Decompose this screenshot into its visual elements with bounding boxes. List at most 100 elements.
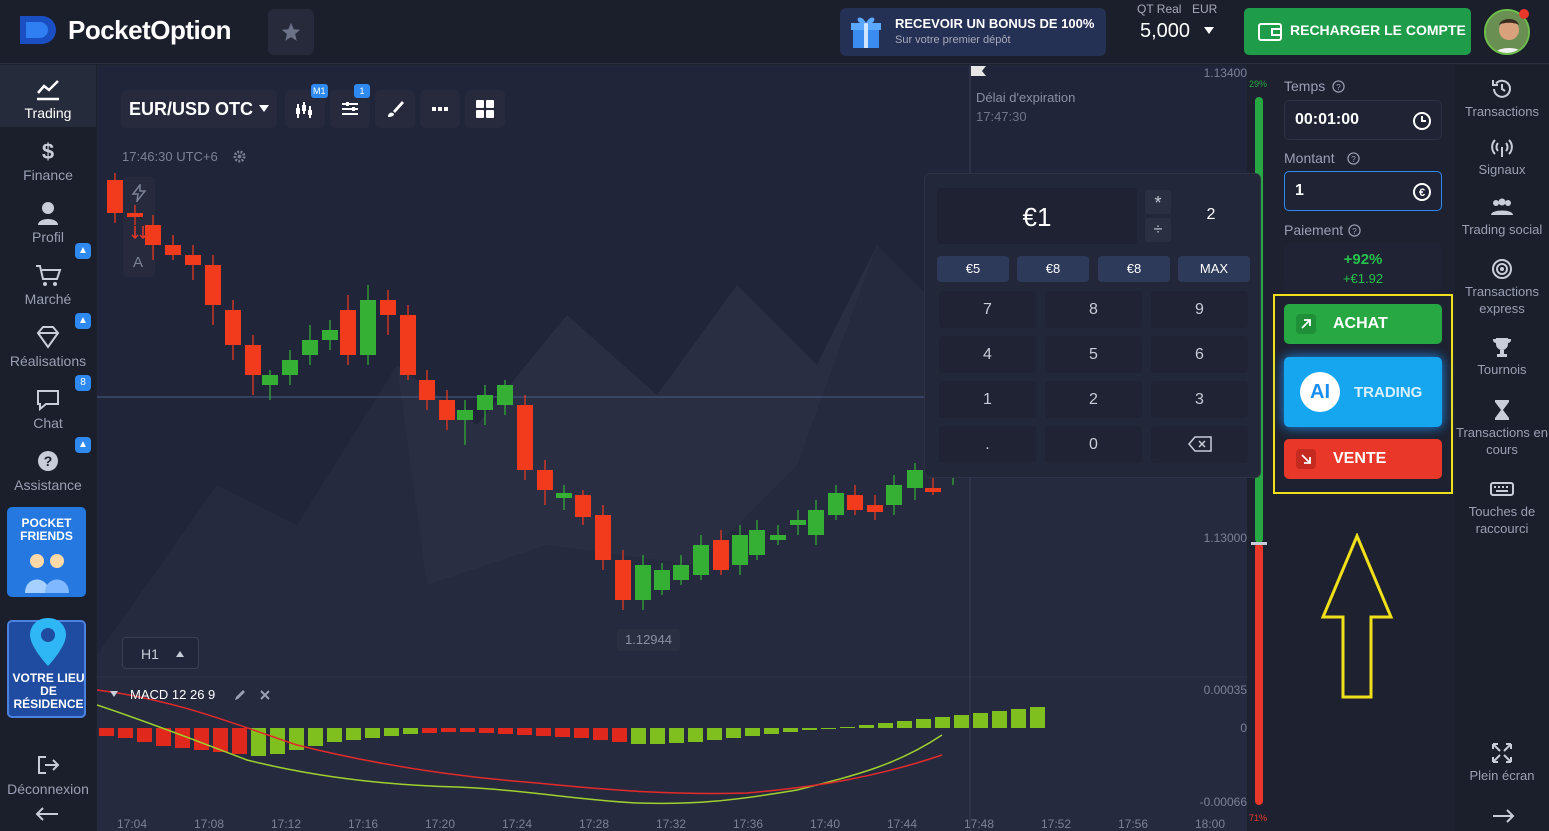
top-bar: PocketOption RECEVOIR UN BONUS DE 100% S… [0, 0, 1549, 64]
close-icon[interactable] [260, 690, 270, 700]
macd-bar [308, 728, 323, 746]
euro-icon[interactable]: € [1412, 182, 1432, 202]
key-0[interactable]: 0 [1045, 426, 1142, 463]
sidebar-item-label: Réalisations [9, 353, 87, 369]
sidebar-item-transactions-express[interactable]: Transactions express [1455, 257, 1549, 317]
key-dot[interactable]: . [939, 426, 1036, 463]
help-circle-icon[interactable]: ? [1348, 224, 1361, 237]
key-4[interactable]: 4 [939, 336, 1036, 373]
payout-value: +€1.92 [1342, 271, 1384, 286]
chevron-down-icon [1204, 27, 1214, 34]
expiry-label: Délai d'expiration [976, 90, 1076, 105]
quick-amount-8[interactable]: €8 [1017, 256, 1089, 282]
candle-body [107, 180, 123, 213]
time-axis-label: 17:40 [810, 817, 841, 831]
amount-field[interactable]: 1 € [1284, 171, 1442, 211]
sidebar-item-label: Transactions en cours [1455, 425, 1548, 457]
macd-bar [669, 728, 684, 743]
fullscreen-button[interactable]: Plein écran [1455, 741, 1549, 784]
quick-amount-max[interactable]: MAX [1178, 256, 1250, 282]
key-7[interactable]: 7 [939, 291, 1036, 328]
candle-body [595, 515, 611, 560]
sidebar-item-trading-social[interactable]: Trading social [1455, 195, 1549, 238]
key-8[interactable]: 8 [1045, 291, 1142, 328]
time-axis-label: 17:32 [656, 817, 687, 831]
arrow-left-icon[interactable] [34, 807, 60, 821]
candle-body [749, 530, 765, 555]
quick-amount-8b[interactable]: €8 [1098, 256, 1170, 282]
candle-body [457, 410, 473, 420]
favorites-button[interactable] [268, 9, 314, 55]
divide-button[interactable]: ÷ [1145, 218, 1171, 242]
macd-bar [574, 728, 589, 738]
macd-bar [1011, 709, 1026, 728]
chevron-up-icon [176, 651, 184, 657]
macd-bar [935, 717, 950, 728]
ai-trading-button[interactable]: AI TRADING [1284, 357, 1442, 427]
key-2[interactable]: 2 [1045, 381, 1142, 418]
sell-button[interactable]: VENTE [1284, 439, 1442, 479]
help-circle-icon[interactable]: ? [1347, 152, 1360, 165]
sidebar-item-raccourcis[interactable]: Touches de raccourci [1455, 477, 1549, 537]
sidebar-item-chat[interactable]: Chat 8 [0, 375, 96, 437]
trophy-icon [1493, 338, 1511, 357]
sidebar-item-label: Tournois [1477, 362, 1527, 377]
recharge-button[interactable]: RECHARGER LE COMPTE [1244, 8, 1471, 55]
logout-icon [38, 756, 60, 774]
multiplier-value[interactable]: 2 [1181, 206, 1241, 224]
time-field[interactable]: 00:01:00 [1284, 100, 1442, 140]
sidebar-item-finance[interactable]: $ Finance [0, 127, 96, 189]
key-backspace[interactable] [1151, 426, 1248, 463]
macd-bar [821, 728, 836, 729]
recharge-label: RECHARGER LE COMPTE [1290, 22, 1466, 38]
arrow-right-icon[interactable] [1491, 809, 1515, 823]
sidebar-item-trading[interactable]: Trading [0, 65, 96, 127]
macd-bar [726, 728, 741, 738]
right-sidebar: Transactions Signaux Trading social Tran… [1455, 65, 1549, 831]
sidebar-item-label: Trading social [1461, 222, 1543, 237]
brand-logo[interactable]: PocketOption [18, 14, 232, 46]
sidebar-item-marche[interactable]: Marché ▲ [0, 243, 96, 313]
account-selector[interactable]: QT Real EUR 5,000 [1122, 0, 1232, 64]
sidebar-item-assistance[interactable]: ? Assistance ▲ [0, 437, 96, 499]
promo-pocket-friends[interactable]: POCKET FRIENDS [7, 507, 86, 597]
help-circle-icon[interactable]: ? [1332, 80, 1345, 93]
sidebar-item-tournois[interactable]: Tournois [1455, 335, 1549, 378]
sidebar-item-transactions-en-cours[interactable]: Transactions en cours [1455, 398, 1549, 458]
low-price-label: 1.12944 [617, 629, 680, 651]
sidebar-item-transactions[interactable]: Transactions [1455, 77, 1549, 120]
sidebar-item-signaux[interactable]: Signaux [1455, 135, 1549, 178]
time-axis-label: 17:48 [964, 817, 995, 831]
logout-button[interactable]: Déconnexion [0, 741, 96, 803]
svg-text:$: $ [42, 139, 54, 164]
buy-label: ACHAT [1333, 315, 1388, 332]
sidebar-item-realisations[interactable]: Réalisations ▲ [0, 313, 96, 375]
clock-icon[interactable] [1412, 111, 1432, 131]
sidebar-item-profil[interactable]: Profil [0, 189, 96, 251]
quick-amount-5[interactable]: €5 [937, 256, 1009, 282]
location-pin-icon [30, 618, 66, 666]
key-5[interactable]: 5 [1045, 336, 1142, 373]
timeframe-selector[interactable]: H1 [122, 637, 199, 669]
candle-body [400, 315, 416, 375]
macd-bar [1030, 707, 1045, 728]
multiply-button[interactable]: * [1145, 190, 1171, 214]
macd-bar [460, 728, 475, 732]
candlesticks [107, 173, 1001, 610]
macd-bar [365, 728, 380, 738]
key-9[interactable]: 9 [1151, 291, 1248, 328]
dollar-icon: $ [42, 139, 54, 164]
candle-body [205, 265, 221, 305]
buy-button[interactable]: ACHAT [1284, 304, 1442, 344]
candle-body [828, 493, 844, 515]
key-1[interactable]: 1 [939, 381, 1036, 418]
bonus-title: RECEVOIR UN BONUS DE 100% [895, 16, 1095, 31]
key-6[interactable]: 6 [1151, 336, 1248, 373]
key-3[interactable]: 3 [1151, 381, 1248, 418]
keypad-amount: €1 [1022, 202, 1052, 232]
keypad-amount-display: €1 [937, 188, 1137, 244]
promo-residence[interactable]: VOTRE LIEU DE RÉSIDENCE [7, 618, 86, 718]
edit-icon[interactable] [234, 689, 246, 701]
bonus-banner[interactable]: RECEVOIR UN BONUS DE 100% Sur votre prem… [840, 8, 1106, 56]
collapse-icon[interactable] [110, 691, 118, 697]
